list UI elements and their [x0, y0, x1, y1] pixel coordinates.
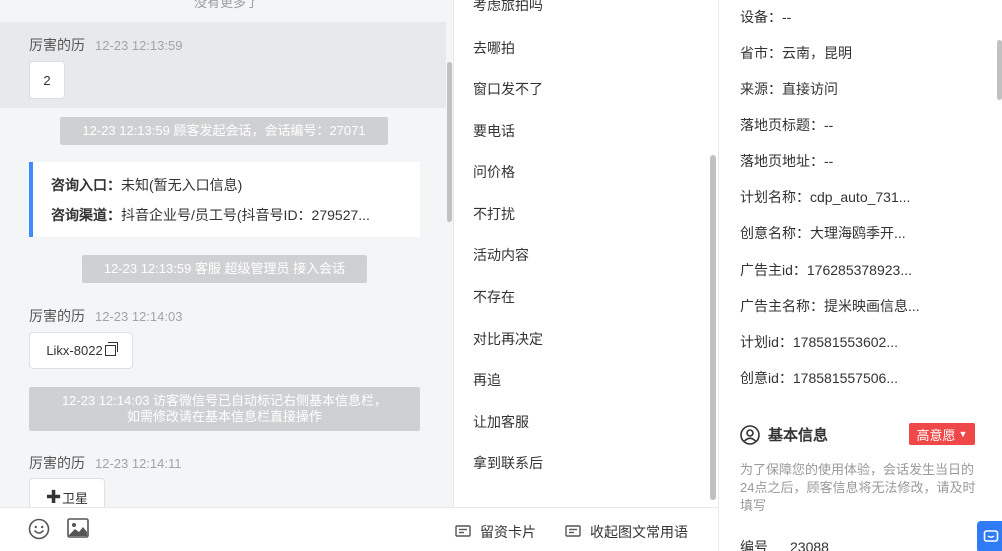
- message-time: 12-23 12:13:59: [95, 38, 183, 53]
- no-more-text: 没有更多了: [193, 0, 259, 10]
- consult-entry-row: 咨询入口：未知(暂无入口信息): [51, 177, 243, 193]
- detail-region: 省市：云南，昆明: [740, 45, 852, 61]
- quick-reply-item[interactable]: 要电话: [473, 121, 515, 141]
- detail-landing-url: 落地页地址：--: [740, 153, 834, 169]
- wechat-id-text: Likx-8022: [46, 343, 103, 358]
- system-message-wechat-note: 12-23 12:14:03 访客微信号已自动标记右侧基本信息栏， 如需修改请在…: [29, 387, 420, 431]
- consult-info-card: 咨询入口：未知(暂无入口信息) 咨询渠道：抖音企业号/员工号(抖音号ID：279…: [29, 162, 420, 237]
- details-scrollbar-thumb[interactable]: [997, 40, 1002, 100]
- number-value: 23088: [790, 539, 829, 551]
- chat-panel: 没有更多了 厉害的历 12-23 12:13:59 2 12-23 12:13:5…: [0, 0, 453, 507]
- intent-level-dropdown[interactable]: 高意愿 ▼: [909, 423, 975, 445]
- quick-reply-item[interactable]: 问价格: [473, 162, 515, 182]
- quick-reply-item[interactable]: 再追: [473, 370, 501, 390]
- detail-creative-id: 创意id：178581557506...: [740, 370, 898, 386]
- consult-channel-row: 咨询渠道：抖音企业号/员工号(抖音号ID：279527...: [51, 207, 370, 223]
- collapse-common-phrases-button[interactable]: 收起图文常用语: [565, 522, 688, 542]
- detail-plan-id: 计划id：178581553602...: [740, 334, 898, 350]
- edit-deadline-notice: 为了保障您的使用体验，会话发生当日的24点之后，顾客信息将无法修改，请及时填写: [740, 462, 976, 513]
- copy-icon[interactable]: [104, 342, 118, 356]
- message-sender: 厉害的历 12-23 12:13:59: [29, 35, 182, 55]
- message-time: 12-23 12:14:11: [95, 456, 182, 471]
- detail-plan-name: 计划名称：cdp_auto_731...: [740, 189, 911, 205]
- system-message-session-start: 12-23 12:13:59 顾客发起会话，会话编号：27071: [60, 117, 388, 145]
- floating-chat-button[interactable]: [977, 521, 1002, 551]
- message-sender: 厉害的历 12-23 12:14:03: [29, 306, 182, 326]
- app-root: 没有更多了 厉害的历 12-23 12:13:59 2 12-23 12:13:5…: [0, 0, 1002, 551]
- quick-reply-list: 考虑旅拍吗 去哪拍 窗口发不了 要电话 问价格 不打扰 活动内容 不存在 对比再…: [453, 0, 718, 507]
- basic-info-title: 基本信息: [740, 424, 828, 445]
- sender-name: 厉害的历: [29, 308, 85, 324]
- caret-down-icon: ▼: [958, 429, 968, 439]
- message-bubble[interactable]: ✚ 卫星: [29, 478, 105, 507]
- smile-icon[interactable]: [28, 518, 50, 543]
- plus-icon: ✚: [45, 486, 62, 507]
- quick-reply-item[interactable]: 不存在: [473, 287, 515, 307]
- quick-reply-item[interactable]: 考虑旅拍吗: [473, 0, 543, 15]
- chat-scrollbar-thumb[interactable]: [447, 62, 452, 222]
- input-toolbar: 留资卡片 收起图文常用语: [0, 507, 718, 551]
- message-time: 12-23 12:14:03: [95, 309, 183, 324]
- sender-name: 厉害的历: [29, 455, 85, 471]
- quick-reply-item[interactable]: 活动内容: [473, 245, 529, 265]
- chat-bubble-icon: [983, 530, 999, 542]
- detail-number-row: 编号 23088: [740, 537, 829, 551]
- system-message-agent-join: 12-23 12:13:59 客服 超级管理员 接入会话: [82, 255, 367, 283]
- message-bubble-wechat[interactable]: Likx-8022: [29, 332, 133, 369]
- message-sender: 厉害的历 12-23 12:14:11: [29, 453, 182, 473]
- number-label: 编号: [740, 539, 768, 551]
- sender-name: 厉害的历: [29, 37, 85, 53]
- detail-advertiser-id: 广告主id：176285378923...: [740, 262, 912, 278]
- quick-reply-item[interactable]: 拿到联系后: [473, 453, 543, 473]
- quick-reply-scrollbar-thumb[interactable]: [710, 155, 716, 500]
- message-bubble[interactable]: 2: [29, 61, 65, 99]
- card-icon: [455, 525, 471, 537]
- customer-details-panel: 设备：-- 省市：云南，昆明 来源：直接访问 落地页标题：-- 落地页地址：--…: [718, 0, 1002, 551]
- detail-creative-name: 创意名称：大理海鸥季开...: [740, 225, 906, 241]
- lead-card-button[interactable]: 留资卡片: [455, 522, 536, 542]
- message-icon: [565, 525, 581, 537]
- image-icon[interactable]: [67, 518, 89, 541]
- quick-reply-item[interactable]: 对比再决定: [473, 329, 543, 349]
- detail-source: 来源：直接访问: [740, 81, 838, 97]
- quick-reply-item[interactable]: 去哪拍: [473, 38, 515, 58]
- detail-device: 设备：--: [740, 9, 792, 25]
- quick-reply-item[interactable]: 不打扰: [473, 204, 515, 224]
- detail-landing-title: 落地页标题：--: [740, 117, 834, 133]
- detail-advertiser-name: 广告主名称：提米映画信息...: [740, 298, 920, 314]
- quick-reply-item[interactable]: 让加客服: [473, 412, 529, 432]
- user-circle-icon: [740, 424, 760, 445]
- quick-reply-item[interactable]: 窗口发不了: [473, 79, 543, 99]
- chat-message-block: 厉害的历 12-23 12:13:59 2: [0, 22, 446, 108]
